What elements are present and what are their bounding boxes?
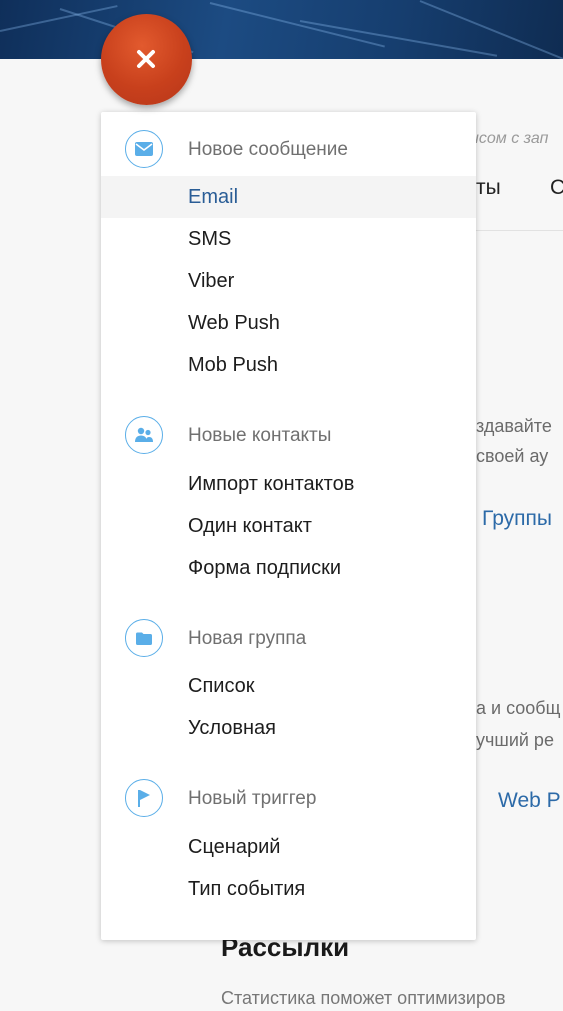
menu-item-sms[interactable]: SMS — [101, 218, 476, 260]
contacts-icon — [125, 416, 163, 454]
section-title-new-contacts: Новые контакты — [188, 425, 332, 446]
section-title-new-message: Новое сообщение — [188, 139, 348, 160]
webpush-link[interactable]: Web P — [498, 789, 561, 813]
tab-next[interactable]: С — [550, 176, 563, 200]
folder-icon — [125, 619, 163, 657]
menu-item-event-type[interactable]: Тип события — [101, 868, 476, 910]
menu-item-email[interactable]: Email — [101, 176, 476, 218]
page-subtitle: исом с зап — [470, 130, 549, 147]
menu-item-list[interactable]: Список — [101, 665, 476, 707]
messages-description-line1: а и сообщ — [476, 698, 561, 718]
menu-item-single-contact[interactable]: Один контакт — [101, 505, 476, 547]
messages-description-line2: учший ре — [476, 730, 554, 750]
close-menu-button[interactable] — [101, 14, 192, 105]
menu-item-import-contacts[interactable]: Импорт контактов — [101, 463, 476, 505]
section-title-new-trigger: Новый триггер — [188, 788, 317, 809]
flag-icon — [125, 779, 163, 817]
envelope-icon — [125, 130, 163, 168]
menu-item-scenario[interactable]: Сценарий — [101, 826, 476, 868]
create-menu: Новое сообщение Email SMS Viber Web Push… — [101, 112, 476, 940]
groups-link[interactable]: Группы — [482, 507, 552, 531]
menu-item-conditional[interactable]: Условная — [101, 707, 476, 749]
section-title-new-group: Новая группа — [188, 628, 307, 649]
tab-contacts[interactable]: ты — [476, 176, 501, 200]
menu-item-viber[interactable]: Viber — [101, 260, 476, 302]
menu-item-mob-push[interactable]: Mob Push — [101, 344, 476, 386]
section-paragraph: Статистика поможет оптимизиров — [221, 988, 506, 1008]
top-banner — [0, 0, 563, 59]
contacts-description-line1: здавайте — [476, 416, 552, 436]
close-icon — [137, 50, 155, 68]
menu-item-web-push[interactable]: Web Push — [101, 302, 476, 344]
menu-item-subscription-form[interactable]: Форма подписки — [101, 547, 476, 589]
contacts-description-line2: своей ау — [476, 446, 549, 466]
